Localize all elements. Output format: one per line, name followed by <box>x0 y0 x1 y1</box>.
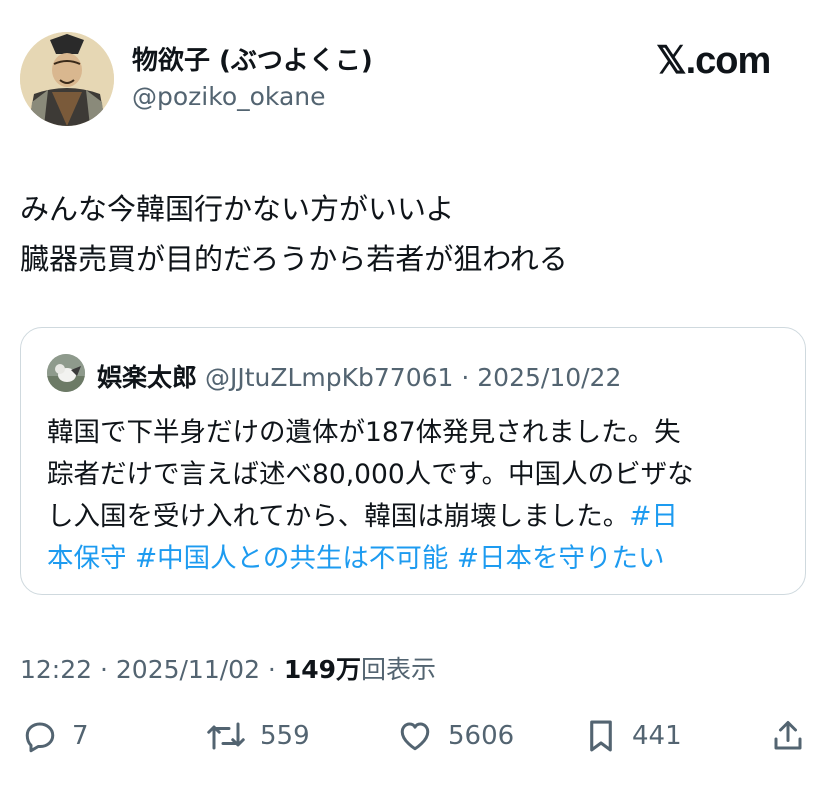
quoted-text-line-3: し入国を受け入れてから、韓国は崩壊しました。#日 <box>47 494 787 533</box>
post-text-line-1: みんな今韓国行かない方がいいよ <box>20 192 455 226</box>
reply-count: 7 <box>72 721 89 751</box>
quoted-text-line-3-body: し入国を受け入れてから、韓国は崩壊しました。 <box>47 501 630 532</box>
share-button[interactable] <box>770 716 806 756</box>
bookmark-icon <box>590 720 612 752</box>
hashtag-nihon-hoshu-end[interactable]: 本保守 <box>47 543 127 574</box>
hashtag-chugokujin[interactable]: #中国人との共生は不可能 <box>135 543 448 574</box>
quoted-post-card[interactable]: 娯楽太郎 @JJtuZLmpKb77061 · 2025/10/22 韓国で下半… <box>20 327 806 595</box>
reply-button[interactable]: 7 <box>22 716 89 756</box>
post-meta: 12:22 · 2025/11/02 · 149万回表示 <box>20 650 436 686</box>
reply-icon <box>25 722 55 753</box>
post-timestamp[interactable]: 12:22 · 2025/11/02 · <box>20 655 284 684</box>
samurai-portrait-icon <box>20 32 114 126</box>
heart-icon <box>400 722 430 751</box>
views-label: 回表示 <box>361 655 437 684</box>
repost-button[interactable]: 559 <box>206 716 310 756</box>
repost-count: 559 <box>260 721 310 751</box>
quoted-author-avatar[interactable] <box>47 354 85 392</box>
views-count: 149万 <box>283 655 362 684</box>
quoted-text-line-2: 踪者だけで言えば述べ80,000人です。中国人のビザな <box>47 459 694 490</box>
bookmark-button[interactable]: 441 <box>584 716 682 756</box>
x-com-logo: 𝕏.com <box>656 40 771 82</box>
quoted-text-line-4: 本保守 #中国人との共生は不可能 #日本を守りたい <box>47 536 787 575</box>
repost-icon <box>207 722 245 750</box>
post-text-line-2: 臓器売買が目的だろうから若者が狙われる <box>20 242 568 276</box>
like-count: 5606 <box>448 721 515 751</box>
author-display-name[interactable]: 物欲子 (ぶつよくこ) <box>132 40 373 77</box>
quoted-header: 娯楽太郎 @JJtuZLmpKb77061 · 2025/10/22 <box>97 358 621 394</box>
quoted-text-line-1: 韓国で下半身だけの遺体が187体発見されました。失 <box>47 417 681 448</box>
quoted-author-name[interactable]: 娯楽太郎 <box>97 363 197 392</box>
author-avatar[interactable] <box>20 32 114 126</box>
hashtag-nihon-mamoritai[interactable]: #日本を守りたい <box>457 543 665 574</box>
bookmark-count: 441 <box>632 721 682 751</box>
hashtag-nihon-hoshu-start[interactable]: #日 <box>629 501 678 532</box>
author-handle[interactable]: @poziko_okane <box>132 82 326 111</box>
bird-photo-icon <box>47 354 85 392</box>
share-icon <box>774 721 802 750</box>
quoted-handle-date[interactable]: @JJtuZLmpKb77061 · 2025/10/22 <box>205 363 621 392</box>
like-button[interactable]: 5606 <box>396 716 514 756</box>
